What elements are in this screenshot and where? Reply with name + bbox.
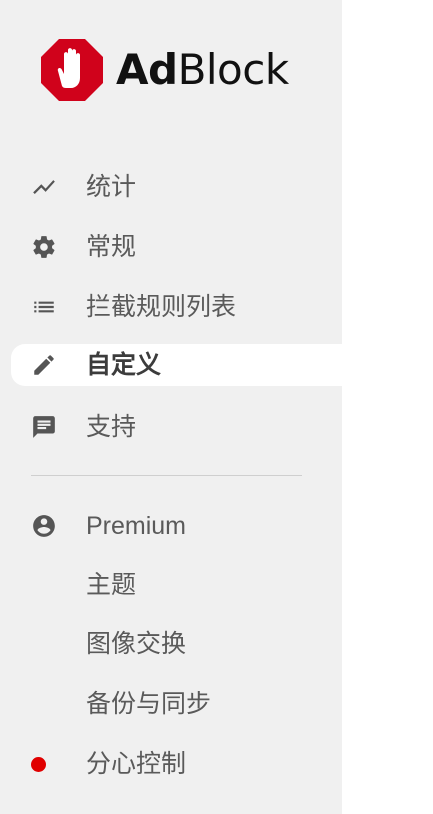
red-dot-icon: [31, 757, 46, 772]
sidebar-item-label: 统计: [86, 172, 137, 201]
stop-hand-icon: [41, 39, 103, 101]
sidebar-item-label: 自定义: [86, 350, 162, 379]
list-icon: [30, 293, 58, 321]
adblock-logo: AdBlock: [40, 38, 289, 102]
sidebar-item-image-swap[interactable]: 图像交换: [0, 623, 342, 665]
sidebar-item-label: 常规: [86, 232, 137, 261]
brand-name-ad: Ad: [116, 45, 178, 94]
account-circle-icon: [30, 512, 58, 540]
sidebar-item-distraction-control[interactable]: 分心控制: [0, 743, 342, 785]
sidebar-item-label: 主题: [86, 570, 137, 599]
sidebar-item-label: 图像交换: [86, 629, 187, 658]
sidebar-item-filter-lists[interactable]: 拦截规则列表: [0, 286, 342, 328]
trend-line-icon: [30, 173, 58, 201]
sidebar-item-label: 分心控制: [86, 749, 187, 778]
gear-icon: [30, 233, 58, 261]
sidebar-item-label: Premium: [86, 512, 187, 540]
sidebar-item-label: 备份与同步: [86, 689, 212, 718]
sidebar-item-premium[interactable]: Premium: [0, 505, 342, 547]
sidebar-item-general[interactable]: 常规: [0, 226, 342, 268]
brand-name: AdBlock: [116, 38, 289, 102]
sidebar: AdBlock 统计 常规 拦截规则列表 自定义 支持 Premium 主题 图…: [0, 0, 342, 814]
pencil-icon: [30, 351, 58, 379]
sidebar-divider: [31, 475, 302, 476]
sidebar-item-customize[interactable]: 自定义: [11, 344, 342, 386]
brand-name-block: Block: [177, 45, 290, 94]
sidebar-item-themes[interactable]: 主题: [0, 564, 342, 606]
options-page: AdBlock 统计 常规 拦截规则列表 自定义 支持 Premium 主题 图…: [0, 0, 433, 814]
sidebar-item-support[interactable]: 支持: [0, 406, 342, 448]
chat-icon: [30, 413, 58, 441]
sidebar-item-label: 支持: [86, 412, 137, 441]
sidebar-item-label: 拦截规则列表: [86, 292, 237, 321]
sidebar-item-backup-sync[interactable]: 备份与同步: [0, 683, 342, 725]
sidebar-item-stats[interactable]: 统计: [0, 166, 342, 208]
